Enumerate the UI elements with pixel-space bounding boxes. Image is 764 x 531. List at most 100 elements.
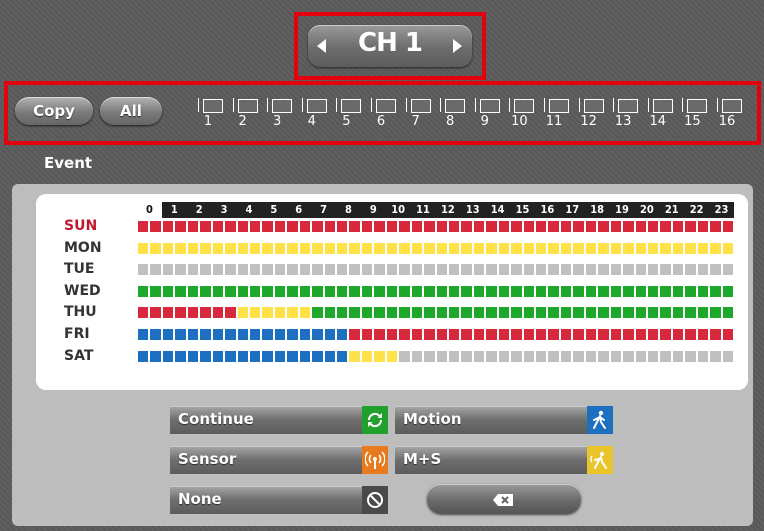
schedule-cell[interactable] [262,307,273,319]
channel-checkbox-6[interactable]: 6 [368,95,398,135]
channel-checkbox-3[interactable]: 3 [264,95,294,135]
schedule-cell[interactable] [598,242,609,254]
schedule-cell[interactable] [225,242,236,254]
schedule-cell[interactable] [598,329,609,340]
schedule-cell[interactable] [262,242,273,254]
schedule-cell[interactable] [498,307,510,319]
schedule-cell[interactable] [585,350,597,362]
schedule-cell[interactable] [697,350,709,362]
continue-button[interactable]: Continue [170,406,388,434]
schedule-cell[interactable] [511,285,522,297]
schedule-cell[interactable] [647,221,659,232]
schedule-cell[interactable] [274,242,286,254]
schedule-cell[interactable] [374,242,385,254]
schedule-cell[interactable] [722,329,733,340]
schedule-cell[interactable] [585,264,597,276]
schedule-cell[interactable] [685,221,696,232]
schedule-cell[interactable] [685,242,696,254]
schedule-cell[interactable] [337,307,348,319]
schedule-cell[interactable] [610,242,622,254]
schedule-cell[interactable] [536,350,547,362]
schedule-cell[interactable] [585,221,597,232]
schedule-cell[interactable] [225,221,236,232]
schedule-cell[interactable] [162,264,174,276]
schedule-cell[interactable] [511,221,522,232]
schedule-cell[interactable] [560,221,572,232]
schedule-cell[interactable] [225,307,236,319]
schedule-cell[interactable] [573,285,584,297]
schedule-cell[interactable] [187,350,199,362]
schedule-cell[interactable] [225,329,236,340]
schedule-cell[interactable] [249,350,261,362]
schedule-cell[interactable] [249,221,261,232]
schedule-cell[interactable] [436,242,447,254]
schedule-cell[interactable] [585,242,597,254]
schedule-cell[interactable] [349,307,360,319]
schedule-cell[interactable] [200,242,211,254]
schedule-cell[interactable] [486,329,497,340]
schedule-cell[interactable] [536,307,547,319]
schedule-cell[interactable] [647,285,659,297]
channel-checkbox-8[interactable]: 8 [437,95,467,135]
channel-checkbox-13[interactable]: 13 [610,95,640,135]
schedule-cell[interactable] [498,221,510,232]
schedule-cell[interactable] [623,285,634,297]
schedule-cell[interactable] [722,285,733,297]
schedule-cell[interactable] [361,307,373,319]
schedule-cell[interactable] [623,242,634,254]
schedule-cell[interactable] [560,242,572,254]
prev-channel-icon[interactable] [317,39,326,53]
schedule-cell[interactable] [138,307,149,319]
schedule-cell[interactable] [573,350,584,362]
schedule-cell[interactable] [287,350,298,362]
schedule-cell[interactable] [573,307,584,319]
schedule-cell[interactable] [710,307,721,319]
schedule-cell[interactable] [473,242,485,254]
schedule-cell[interactable] [536,242,547,254]
schedule-cell[interactable] [672,285,684,297]
schedule-cell[interactable] [312,264,323,276]
schedule-cell[interactable] [337,285,348,297]
schedule-cell[interactable] [623,350,634,362]
schedule-cell[interactable] [150,221,161,232]
schedule-cell[interactable] [610,221,622,232]
schedule-cell[interactable] [623,264,634,276]
schedule-cell[interactable] [560,307,572,319]
schedule-cell[interactable] [672,329,684,340]
schedule-cell[interactable] [697,264,709,276]
schedule-cell[interactable] [610,307,622,319]
schedule-cell[interactable] [299,221,311,232]
schedule-cell[interactable] [386,307,398,319]
schedule-cell[interactable] [237,350,248,362]
schedule-cell[interactable] [473,307,485,319]
schedule-cell[interactable] [647,242,659,254]
schedule-cell[interactable] [374,221,385,232]
schedule-cell[interactable] [212,350,224,362]
schedule-cell[interactable] [324,350,335,362]
schedule-cell[interactable] [436,221,447,232]
schedule-cell[interactable] [548,221,559,232]
schedule-cell[interactable] [349,285,360,297]
schedule-cell[interactable] [274,264,286,276]
channel-checkbox-5[interactable]: 5 [333,95,363,135]
schedule-cell[interactable] [337,221,348,232]
schedule-cell[interactable] [200,264,211,276]
schedule-cell[interactable] [337,264,348,276]
schedule-cell[interactable] [511,307,522,319]
schedule-cell[interactable] [436,285,447,297]
schedule-cell[interactable] [262,264,273,276]
schedule-cell[interactable] [212,221,224,232]
schedule-cell[interactable] [523,264,534,276]
schedule-cell[interactable] [498,285,510,297]
schedule-cell[interactable] [150,307,161,319]
schedule-cell[interactable] [337,350,348,362]
schedule-cell[interactable] [461,221,472,232]
schedule-cell[interactable] [399,350,410,362]
schedule-cell[interactable] [585,307,597,319]
schedule-cell[interactable] [523,350,534,362]
schedule-cell[interactable] [162,329,174,340]
schedule-cell[interactable] [175,285,186,297]
schedule-cell[interactable] [312,329,323,340]
schedule-cell[interactable] [660,350,671,362]
schedule-cell[interactable] [722,307,733,319]
